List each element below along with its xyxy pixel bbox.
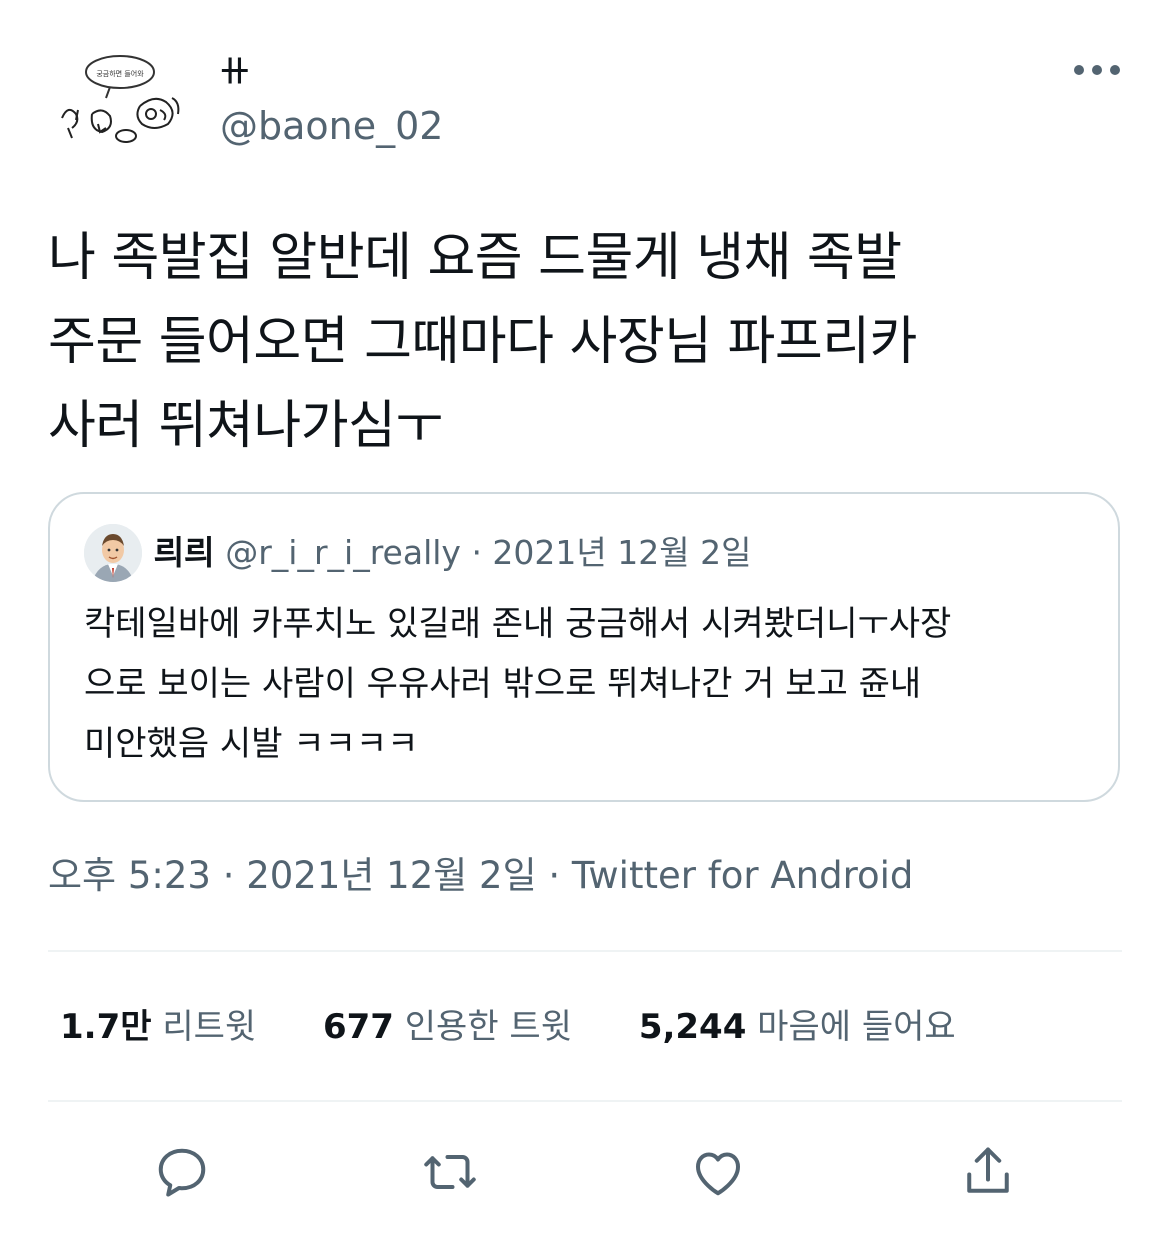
author-avatar[interactable]: 궁금하면 들어와 [48, 40, 188, 170]
more-icon[interactable] [1070, 52, 1124, 88]
like-count-label: 마음에 들어요 [757, 1007, 956, 1047]
quote-author-handle: @r_i_r_i_really [225, 533, 461, 572]
retweet-icon[interactable] [420, 1142, 480, 1202]
quote-author-name: 릐릐 [154, 533, 215, 572]
quote-count-value: 677 [322, 1007, 394, 1047]
like-icon[interactable] [688, 1142, 748, 1202]
quote-author-avatar [84, 524, 142, 582]
quote-count-label: 인용한 트윗 [404, 1007, 572, 1047]
author-display-name[interactable]: ꔠ [220, 50, 250, 94]
quoted-tweet[interactable]: 릐릐 @r_i_r_i_really · 2021년 12월 2일 칵테일바에 … [48, 492, 1120, 802]
retweet-count-label: 리트윗 [162, 1007, 257, 1047]
quote-date: · 2021년 12월 2일 [471, 533, 752, 572]
like-count[interactable]: 5,244 마음에 들어요 [639, 1004, 956, 1050]
svg-text:궁금하면 들어와: 궁금하면 들어와 [96, 69, 144, 78]
divider [48, 950, 1122, 952]
like-count-value: 5,244 [638, 1007, 747, 1047]
tweet-meta: 오후 5:23 · 2021년 12월 2일 · Twitter for And… [48, 854, 914, 897]
quote-header: 릐릐 @r_i_r_i_really · 2021년 12월 2일 [154, 530, 751, 576]
tweet-text: 나 족발집 알반데 요즘 드물게 냉채 족발 주문 들어오면 그때마다 사장님 … [48, 228, 917, 456]
retweet-count-value: 1.7만 [60, 1007, 152, 1047]
tweet-stats: 1.7만 리트윗 677 인용한 트윗 5,244 마음에 들어요 [60, 1004, 1012, 1050]
quote-text: 칵테일바에 카푸치노 있길래 존내 궁금해서 시켜봤더니ㅜ사장 으로 보이는 사… [84, 604, 952, 764]
share-icon[interactable] [958, 1142, 1018, 1202]
retweet-count[interactable]: 1.7만 리트윗 [60, 1004, 256, 1050]
quote-count[interactable]: 677 인용한 트윗 [323, 1004, 572, 1050]
divider [48, 1100, 1122, 1102]
author-handle[interactable]: @baone_02 [220, 102, 443, 150]
reply-icon[interactable] [152, 1142, 212, 1202]
